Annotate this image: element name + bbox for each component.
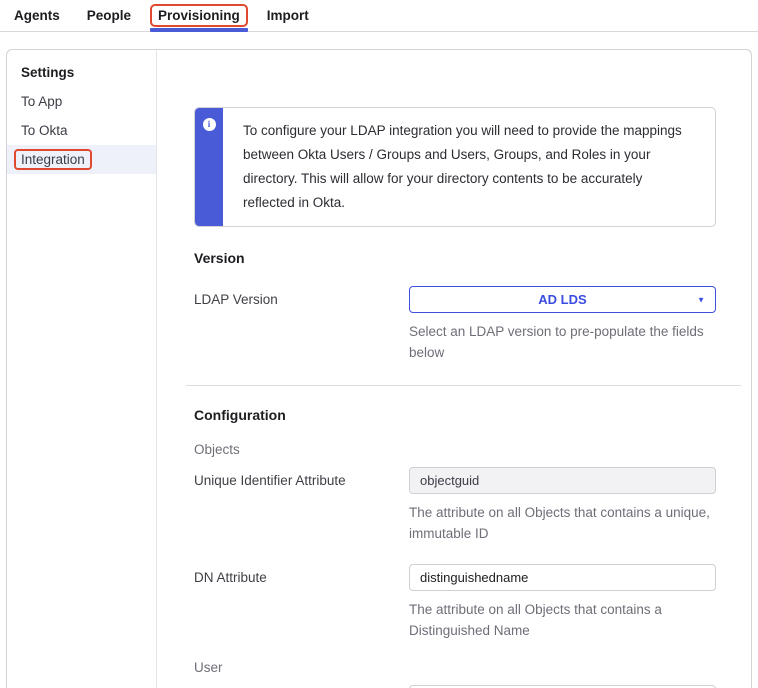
- tab-import[interactable]: Import: [267, 8, 309, 23]
- integration-settings-main: i To configure your LDAP integration you…: [157, 50, 751, 688]
- ldap-version-label: LDAP Version: [194, 286, 409, 363]
- settings-sidebar: Settings To App To Okta Integration: [7, 50, 157, 688]
- info-icon: i: [203, 118, 216, 131]
- tab-people[interactable]: People: [87, 8, 131, 23]
- sidebar-item-integration[interactable]: Integration: [7, 145, 156, 174]
- ldap-version-row: LDAP Version AD LDS ▼ Select an LDAP ver…: [194, 286, 716, 363]
- info-banner-accent: i: [195, 108, 223, 226]
- dn-attribute-help: The attribute on all Objects that contai…: [409, 599, 716, 641]
- user-group-label: User: [194, 660, 716, 675]
- chevron-down-icon: ▼: [697, 295, 705, 304]
- unique-identifier-input[interactable]: [409, 467, 716, 494]
- configuration-section-heading: Configuration: [194, 407, 716, 423]
- dn-attribute-row: DN Attribute The attribute on all Object…: [194, 564, 716, 641]
- ldap-version-select[interactable]: AD LDS ▼: [409, 286, 716, 313]
- dn-attribute-input[interactable]: [409, 564, 716, 591]
- info-banner-text: To configure your LDAP integration you w…: [223, 108, 715, 226]
- section-divider: [186, 385, 741, 386]
- unique-identifier-help: The attribute on all Objects that contai…: [409, 502, 716, 544]
- info-banner: i To configure your LDAP integration you…: [194, 107, 716, 227]
- sidebar-item-to-okta[interactable]: To Okta: [7, 116, 156, 145]
- sidebar-item-to-app[interactable]: To App: [7, 87, 156, 116]
- integration-annotation-box: Integration: [14, 149, 92, 170]
- tab-provisioning[interactable]: Provisioning: [150, 4, 248, 27]
- tab-agents[interactable]: Agents: [14, 8, 60, 23]
- ldap-version-selected-value: AD LDS: [538, 292, 586, 307]
- unique-identifier-label: Unique Identifier Attribute: [194, 467, 409, 544]
- ldap-version-help: Select an LDAP version to pre-populate t…: [409, 321, 716, 363]
- version-section-heading: Version: [194, 250, 716, 266]
- dn-attribute-label: DN Attribute: [194, 564, 409, 641]
- sidebar-header: Settings: [7, 58, 156, 87]
- unique-identifier-row: Unique Identifier Attribute The attribut…: [194, 467, 716, 544]
- provisioning-panel: Settings To App To Okta Integration i To…: [6, 49, 752, 688]
- tab-bar: Agents People Provisioning Import: [0, 0, 758, 32]
- objects-group-label: Objects: [194, 442, 716, 457]
